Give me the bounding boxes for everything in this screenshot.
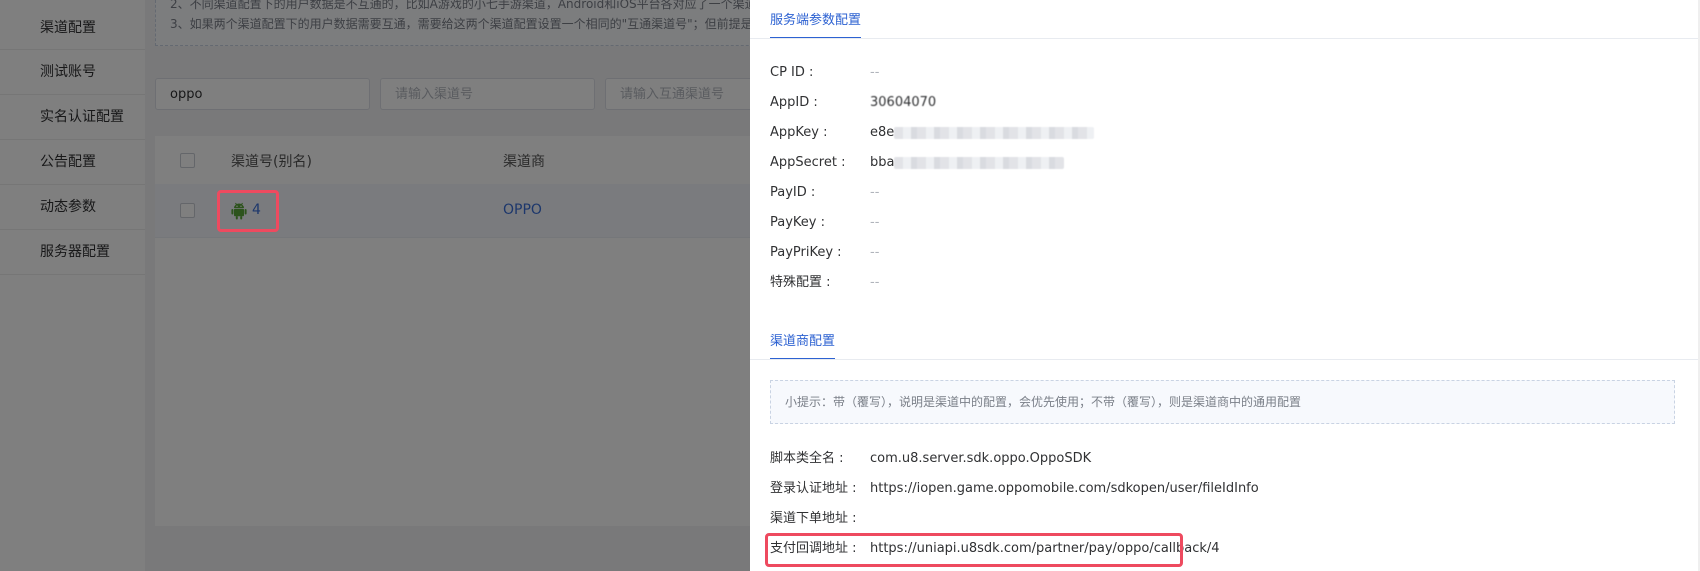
param-value: com.u8.server.sdk.oppo.OppoSDK bbox=[870, 451, 1092, 466]
callback-url-highlight bbox=[765, 533, 1183, 567]
param-label: PayID : bbox=[770, 185, 816, 200]
server-section-title[interactable]: 服务端参数配置 bbox=[770, 9, 862, 39]
param-row-cpid: CP ID : -- bbox=[770, 63, 879, 83]
param-label: 脚本类全名 : bbox=[770, 451, 844, 466]
channel-id-highlight bbox=[217, 190, 279, 232]
param-value: -- bbox=[870, 275, 880, 290]
param-label: 登录认证地址 : bbox=[770, 481, 857, 496]
param-row-appid: AppID : 30604070 bbox=[770, 93, 936, 113]
drawer-overlay-mask[interactable] bbox=[0, 0, 750, 571]
channel-section-title[interactable]: 渠道商配置 bbox=[770, 330, 836, 360]
param-row-auth-url: 登录认证地址 : https://iopen.game.oppomobile.co… bbox=[770, 479, 1259, 499]
param-value: e8e bbox=[870, 125, 895, 140]
override-hint: 小提示：带（覆写），说明是渠道中的配置，会优先使用；不带（覆写），则是渠道商中的… bbox=[770, 380, 1675, 424]
param-label: 特殊配置 : bbox=[770, 275, 831, 290]
param-row-appkey: AppKey : e8e bbox=[770, 123, 1095, 143]
param-label: AppKey : bbox=[770, 125, 828, 140]
param-row-payprikey: PayPriKey : -- bbox=[770, 243, 879, 263]
param-label: CP ID : bbox=[770, 65, 814, 80]
param-row-paykey: PayKey : -- bbox=[770, 213, 879, 233]
param-row-payid: PayID : -- bbox=[770, 183, 879, 203]
param-value: 30604070 bbox=[870, 95, 937, 110]
section-divider bbox=[750, 359, 1700, 360]
param-row-special-config: 特殊配置 : -- bbox=[770, 273, 879, 293]
param-label: 渠道下单地址 : bbox=[770, 511, 857, 526]
param-value: -- bbox=[870, 185, 880, 200]
param-label: PayPriKey : bbox=[770, 245, 842, 260]
redacted-value bbox=[894, 126, 1095, 139]
param-row-script-class: 脚本类全名 : com.u8.server.sdk.oppo.OppoSDK bbox=[770, 449, 1091, 469]
param-label: PayKey : bbox=[770, 215, 825, 230]
redacted-value bbox=[894, 156, 1065, 169]
param-value: https://iopen.game.oppomobile.com/sdkope… bbox=[870, 481, 1259, 496]
param-value: bba bbox=[870, 155, 895, 170]
param-value: -- bbox=[870, 215, 880, 230]
config-drawer: 服务端参数配置 CP ID : -- AppID : 30604070 AppKey… bbox=[750, 0, 1700, 571]
param-row-order-url: 渠道下单地址 : bbox=[770, 509, 870, 529]
section-divider bbox=[750, 38, 1700, 39]
param-value: -- bbox=[870, 245, 880, 260]
param-row-appsecret: AppSecret : bba bbox=[770, 153, 1065, 173]
param-label: AppSecret : bbox=[770, 155, 846, 170]
param-label: AppID : bbox=[770, 95, 818, 110]
param-value: -- bbox=[870, 65, 880, 80]
